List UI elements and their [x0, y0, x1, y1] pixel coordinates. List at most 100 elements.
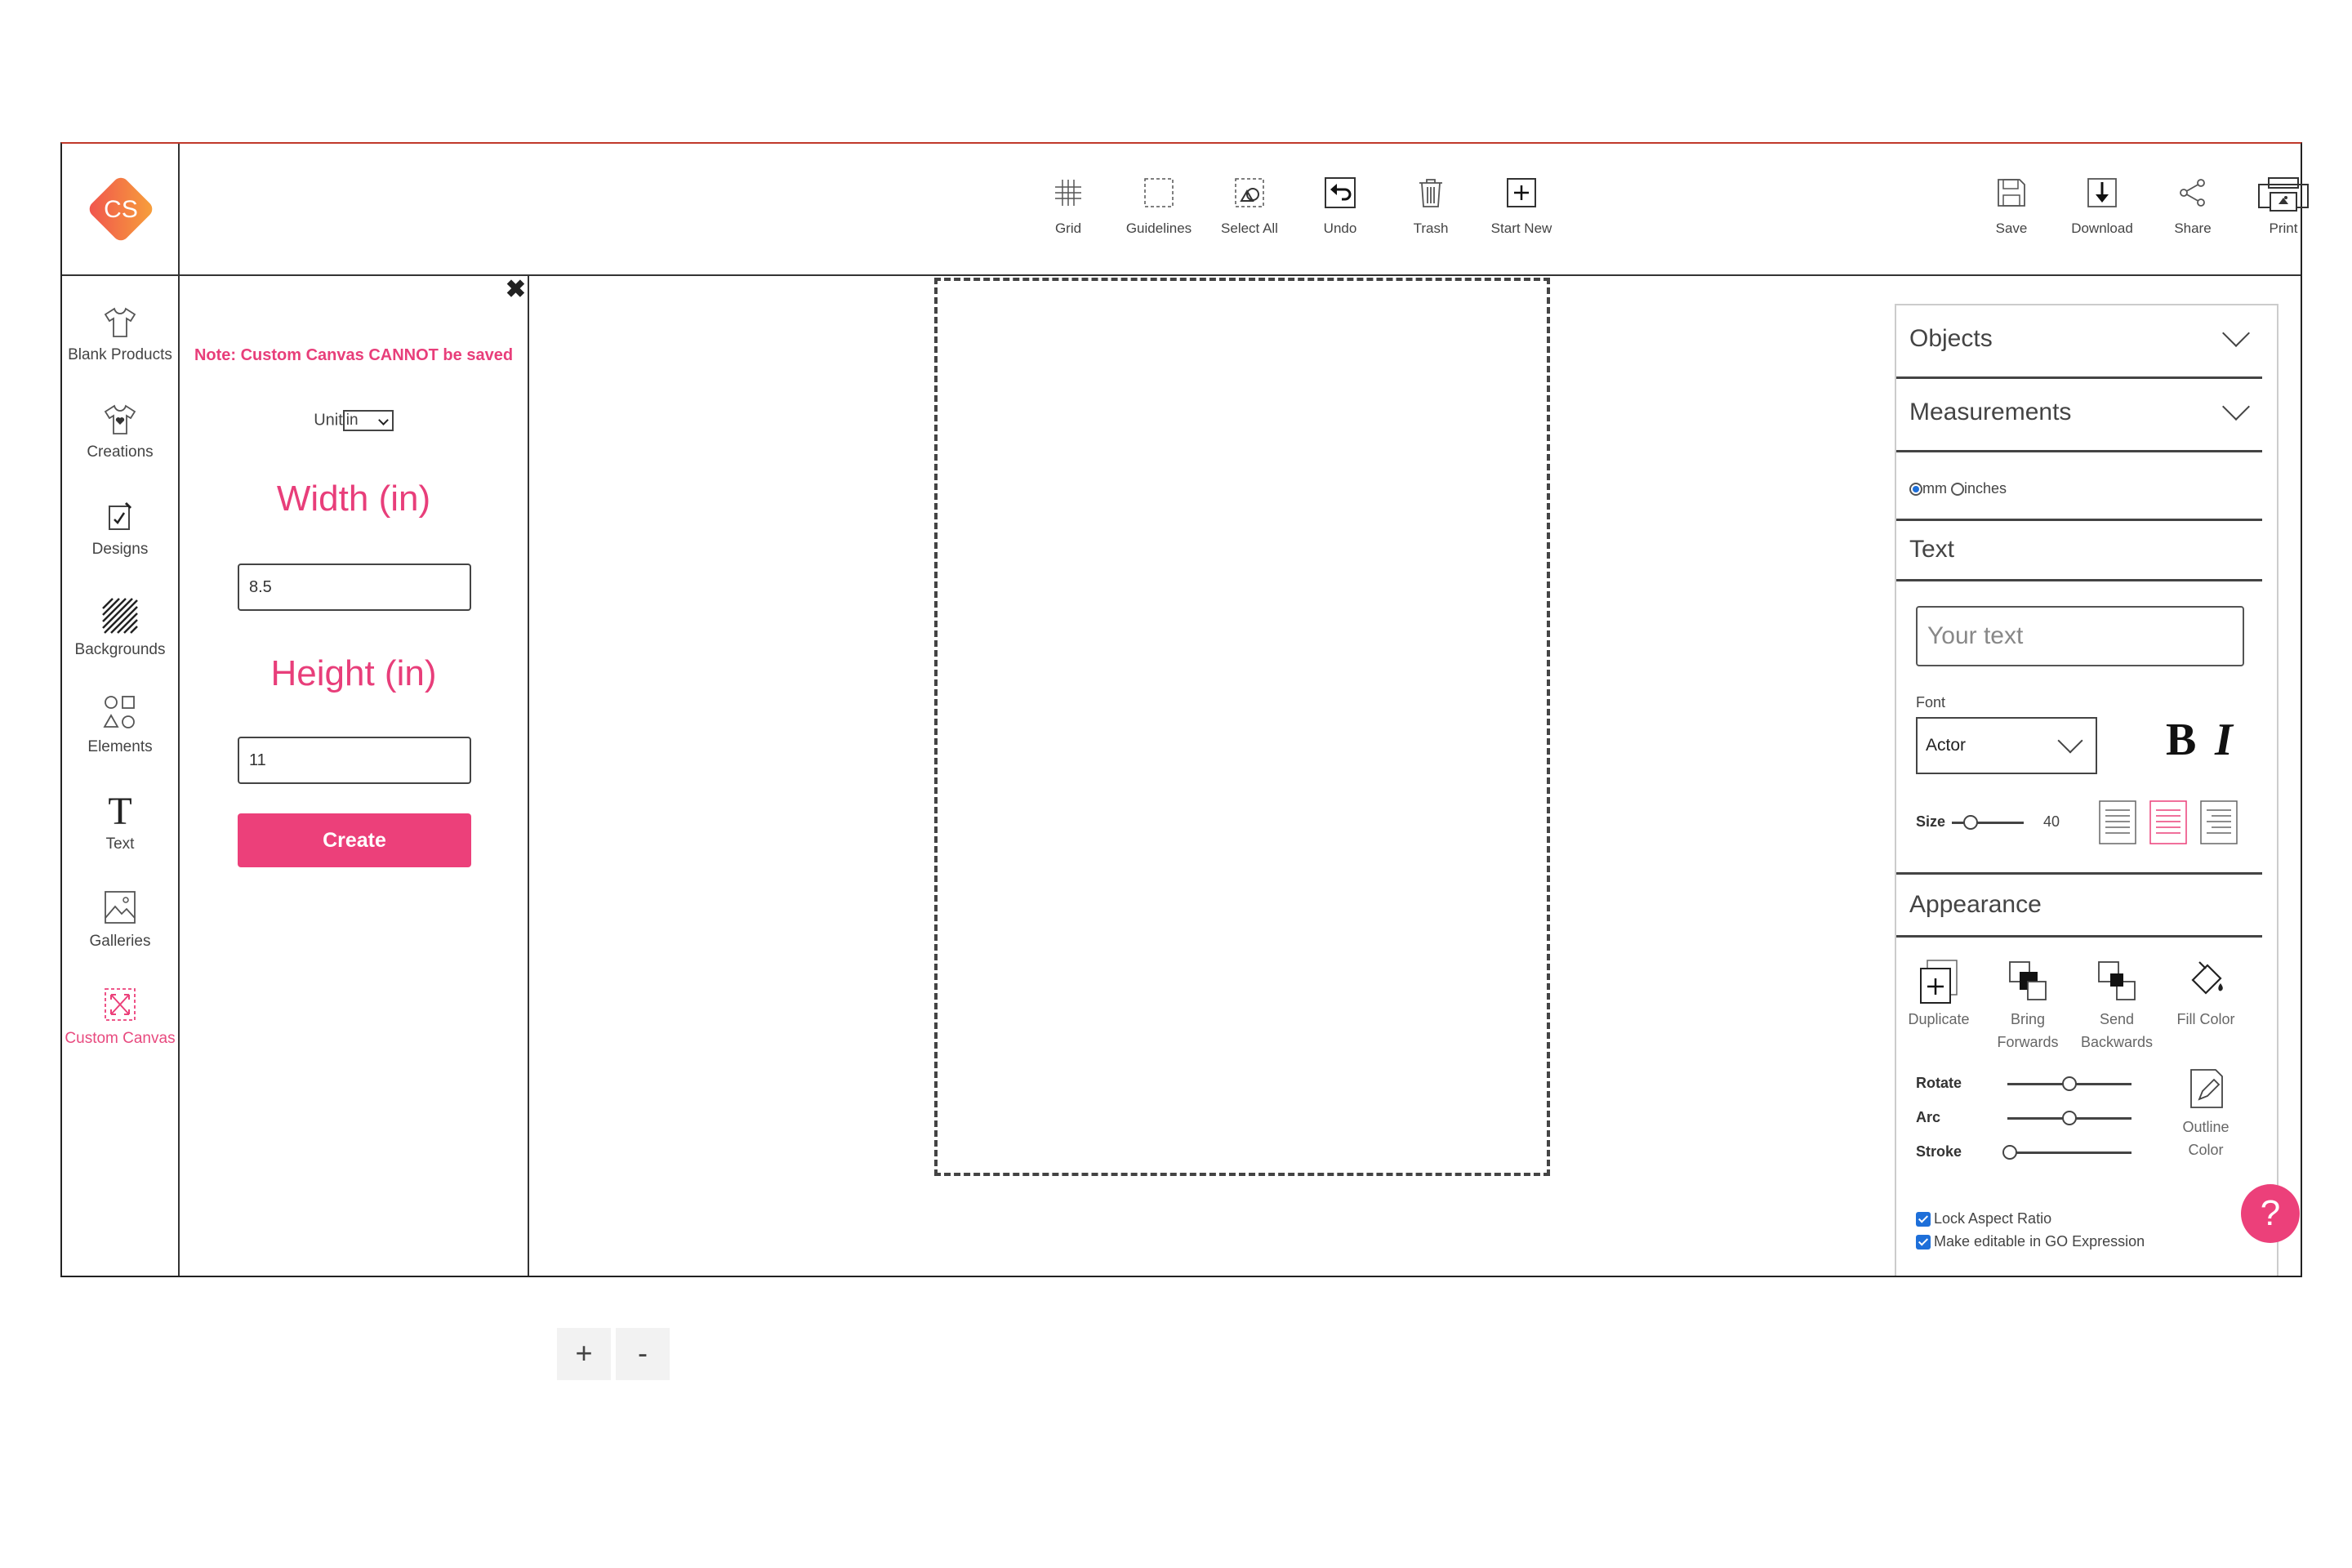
size-value: 40 — [2043, 813, 2060, 830]
duplicate-button[interactable]: Duplicate — [1898, 959, 1980, 1031]
sidebar-label-elements: Elements — [87, 738, 153, 755]
undo-button[interactable]: Undo — [1295, 176, 1385, 237]
size-slider-knob[interactable] — [1963, 815, 1978, 830]
bring-forwards-icon — [2009, 961, 2047, 1000]
designs-icon — [109, 501, 132, 530]
align-right-icon[interactable] — [2200, 800, 2238, 844]
outline-color-button[interactable]: Outline Color — [2165, 1067, 2247, 1161]
share-icon — [2180, 179, 2205, 207]
zoom-in-button[interactable]: + — [557, 1328, 611, 1380]
guidelines-label: Guidelines — [1125, 220, 1192, 236]
galleries-icon — [105, 891, 136, 924]
guidelines-button[interactable]: Guidelines — [1114, 176, 1204, 237]
editable-go-label: Make editable in GO Expression — [1934, 1233, 2145, 1250]
print-label: Print — [2269, 220, 2298, 236]
text-icon: T — [108, 791, 131, 829]
sidebar-item-blank-products[interactable]: Blank Products — [62, 305, 178, 364]
text-input[interactable]: Your text — [1916, 606, 2244, 666]
measurements-section[interactable]: Measurements — [1896, 379, 2262, 452]
appearance-title: Appearance — [1909, 891, 2042, 918]
sidebar-label-galleries: Galleries — [89, 933, 151, 950]
chevron-down-icon — [2057, 728, 2083, 754]
send-backwards-label-1: Send — [2099, 1011, 2135, 1027]
select-all-icon — [1235, 178, 1264, 207]
send-backwards-icon — [2098, 961, 2136, 1000]
sidebar-label-text: Text — [105, 835, 135, 853]
sidebar-item-backgrounds[interactable]: Backgrounds — [62, 597, 178, 659]
sidebar-item-designs[interactable]: Designs — [62, 500, 178, 559]
grid-button[interactable]: Grid — [1023, 176, 1113, 237]
rotate-slider-knob[interactable] — [2062, 1076, 2077, 1091]
stroke-slider-knob[interactable] — [2002, 1145, 2017, 1160]
help-button[interactable]: ? — [2241, 1184, 2300, 1243]
stroke-slider[interactable] — [2007, 1152, 2132, 1154]
italic-button[interactable]: I — [2215, 714, 2233, 766]
canvas-artboard[interactable] — [934, 278, 1550, 1176]
unit-label: Unit — [314, 411, 343, 430]
lock-aspect-checkbox[interactable] — [1916, 1212, 1931, 1227]
bold-button[interactable]: B — [2166, 714, 2196, 766]
rotate-label: Rotate — [1916, 1075, 1962, 1091]
custom-canvas-panel: ✖ Note: Custom Canvas CANNOT be saved Un… — [180, 276, 529, 1276]
start-new-button[interactable]: Start New — [1477, 176, 1566, 237]
editable-go-row[interactable]: Make editable in GO Expression — [1916, 1233, 2145, 1250]
objects-title: Objects — [1909, 325, 1993, 352]
lock-aspect-row[interactable]: Lock Aspect Ratio — [1916, 1210, 2051, 1227]
inches-radio[interactable] — [1951, 483, 1965, 497]
sidebar-item-text[interactable]: T Text — [62, 791, 178, 853]
width-field[interactable]: 8.5 — [238, 564, 471, 611]
save-button[interactable]: Save — [1967, 176, 2056, 237]
logo-area: CS — [62, 144, 180, 276]
text-section: Text — [1896, 521, 2262, 581]
grid-label: Grid — [1054, 220, 1082, 236]
sidebar-item-creations[interactable]: Creations — [62, 403, 178, 461]
zoom-out-button[interactable]: - — [616, 1328, 670, 1380]
height-field[interactable]: 11 — [238, 737, 471, 784]
bring-forwards-button[interactable]: Bring Forwards — [1987, 959, 2069, 1054]
send-backwards-button[interactable]: Send Backwards — [2076, 959, 2158, 1054]
print-icon — [2258, 177, 2309, 212]
bring-forwards-label-1: Bring — [2010, 1011, 2046, 1027]
arc-slider-knob[interactable] — [2062, 1111, 2077, 1125]
select-all-button[interactable]: Select All — [1205, 176, 1294, 237]
start-new-label: Start New — [1490, 220, 1552, 236]
width-label: Width (in) — [276, 479, 431, 519]
download-icon — [2087, 178, 2117, 207]
chevron-down-icon[interactable] — [2222, 393, 2250, 421]
sidebar-item-elements[interactable]: Elements — [62, 694, 178, 756]
close-icon[interactable]: ✖ — [506, 278, 526, 302]
grid-icon — [1055, 180, 1081, 206]
sidebar-item-custom-canvas[interactable]: Custom Canvas — [62, 986, 178, 1048]
app-window: CS Grid Guidelines Select All Undo Trash… — [60, 142, 2309, 1380]
create-button[interactable]: Create — [238, 813, 471, 867]
objects-section[interactable]: Objects — [1896, 305, 2262, 379]
outline-color-label-2: Color — [2188, 1142, 2224, 1158]
unit-select[interactable]: in — [342, 410, 394, 431]
height-label: Height (in) — [270, 653, 437, 693]
unit-row: Unit in — [180, 410, 528, 431]
download-button[interactable]: Download — [2057, 176, 2147, 237]
sidebar-label-blank-products: Blank Products — [68, 346, 172, 363]
inches-label: inches — [1964, 480, 2007, 497]
font-value: Actor — [1926, 736, 1967, 755]
svg-text:T: T — [108, 791, 131, 829]
sidebar-item-galleries[interactable]: Galleries — [62, 889, 178, 951]
outline-color-icon — [2190, 1069, 2223, 1108]
unit-radios: mm inches — [1909, 480, 2007, 497]
font-select[interactable]: Actor — [1916, 717, 2097, 774]
align-center-icon[interactable] — [2149, 800, 2187, 844]
trash-button[interactable]: Trash — [1386, 176, 1476, 237]
align-left-icon[interactable] — [2099, 800, 2136, 844]
share-button[interactable]: Share — [2148, 176, 2238, 237]
chevron-down-icon[interactable] — [2222, 319, 2250, 347]
editable-go-checkbox[interactable] — [1916, 1235, 1931, 1250]
stroke-label: Stroke — [1916, 1143, 1962, 1160]
start-new-icon — [1507, 178, 1536, 207]
print-button[interactable]: Print — [2238, 176, 2328, 237]
fill-color-button[interactable]: Fill Color — [2165, 959, 2247, 1031]
elements-icon — [103, 696, 135, 728]
cs-logo[interactable]: CS — [85, 173, 157, 245]
mm-radio[interactable] — [1909, 483, 1922, 497]
custom-canvas-icon — [105, 988, 136, 1021]
left-sidebar: Blank Products Creations Designs Backgro… — [62, 276, 180, 1276]
